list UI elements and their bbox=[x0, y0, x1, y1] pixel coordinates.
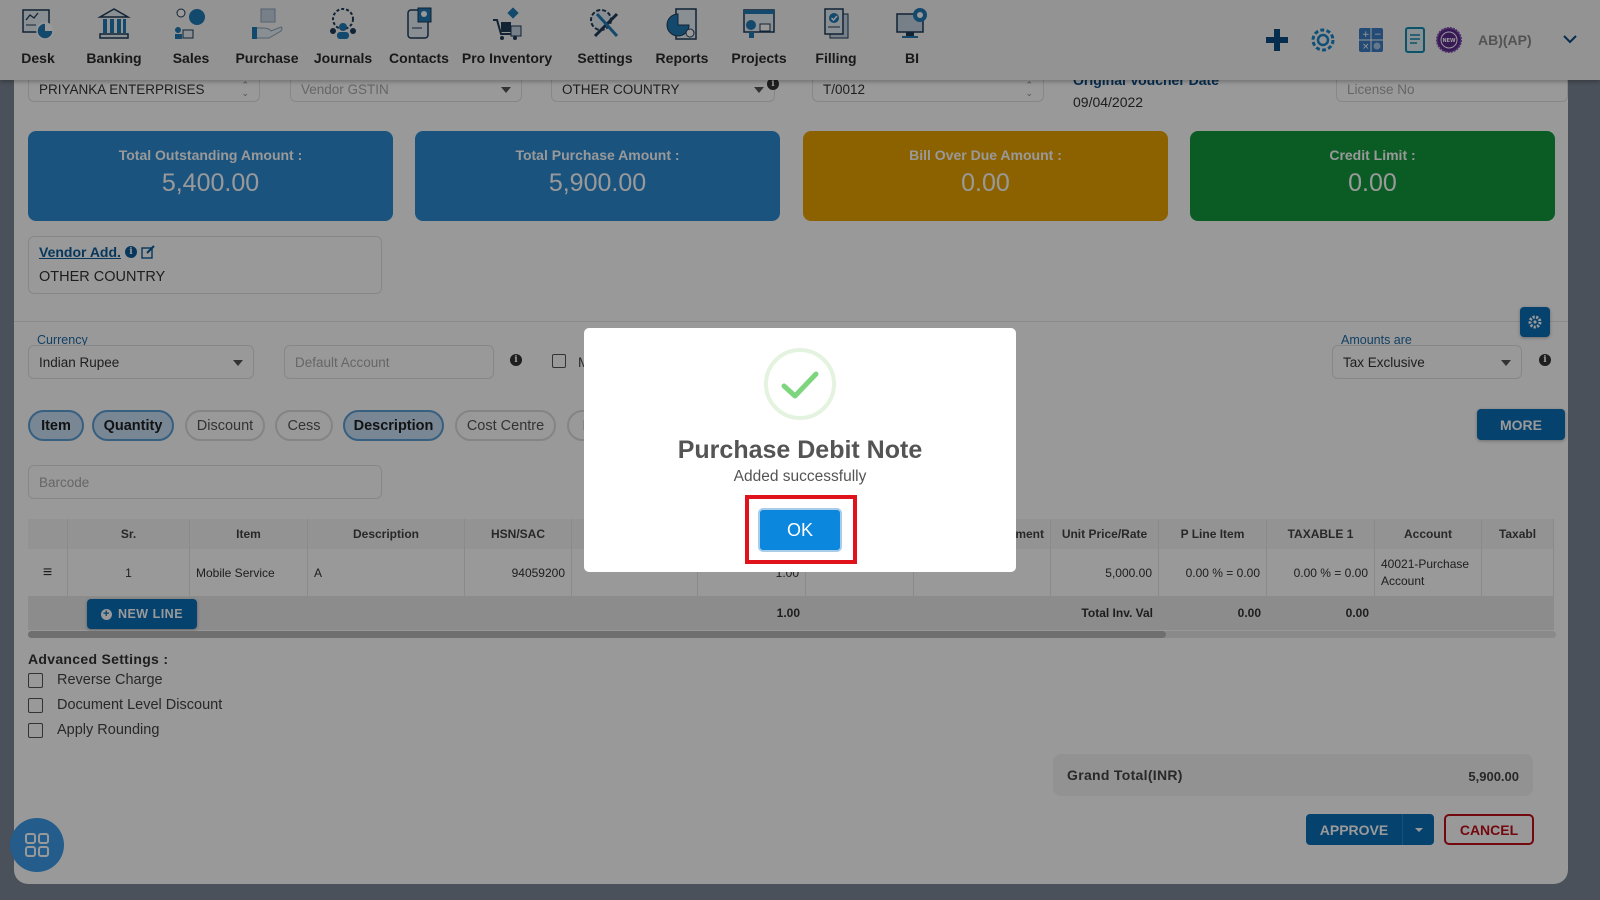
dialog-title: Purchase Debit Note bbox=[677, 436, 923, 464]
highlight-frame: OK bbox=[745, 495, 857, 564]
ok-button[interactable]: OK bbox=[758, 508, 842, 552]
success-dialog: Purchase Debit Note Added successfully O… bbox=[584, 328, 1016, 572]
dialog-message: Added successfully bbox=[733, 468, 867, 485]
success-check-icon bbox=[764, 348, 836, 420]
